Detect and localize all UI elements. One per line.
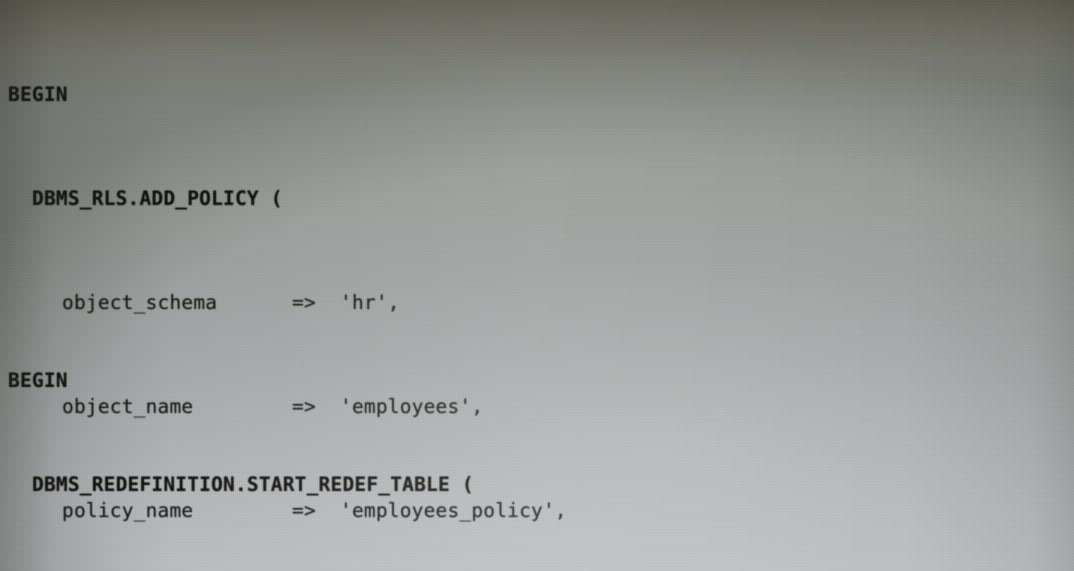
keyword-begin: BEGIN [8, 369, 68, 392]
code-listing-photo: BEGIN DBMS_RLS.ADD_POLICY ( object_schem… [0, 0, 1074, 571]
keyword-begin: BEGIN [8, 83, 68, 106]
procedure-call-add-policy: DBMS_RLS.ADD_POLICY ( [32, 187, 283, 210]
code-line-call: DBMS_REDEFINITION.START_REDEF_TABLE ( [0, 472, 1074, 498]
code-listing: BEGIN DBMS_RLS.ADD_POLICY ( object_schem… [0, 0, 1074, 571]
procedure-call-start-redef-table: DBMS_REDEFINITION.START_REDEF_TABLE ( [32, 473, 474, 496]
code-block-start-redef-table: BEGIN DBMS_REDEFINITION.START_REDEF_TABL… [0, 290, 1074, 571]
code-line-begin: BEGIN [0, 82, 1074, 108]
code-line-begin: BEGIN [0, 368, 1074, 394]
code-line-call: DBMS_RLS.ADD_POLICY ( [0, 186, 1074, 212]
